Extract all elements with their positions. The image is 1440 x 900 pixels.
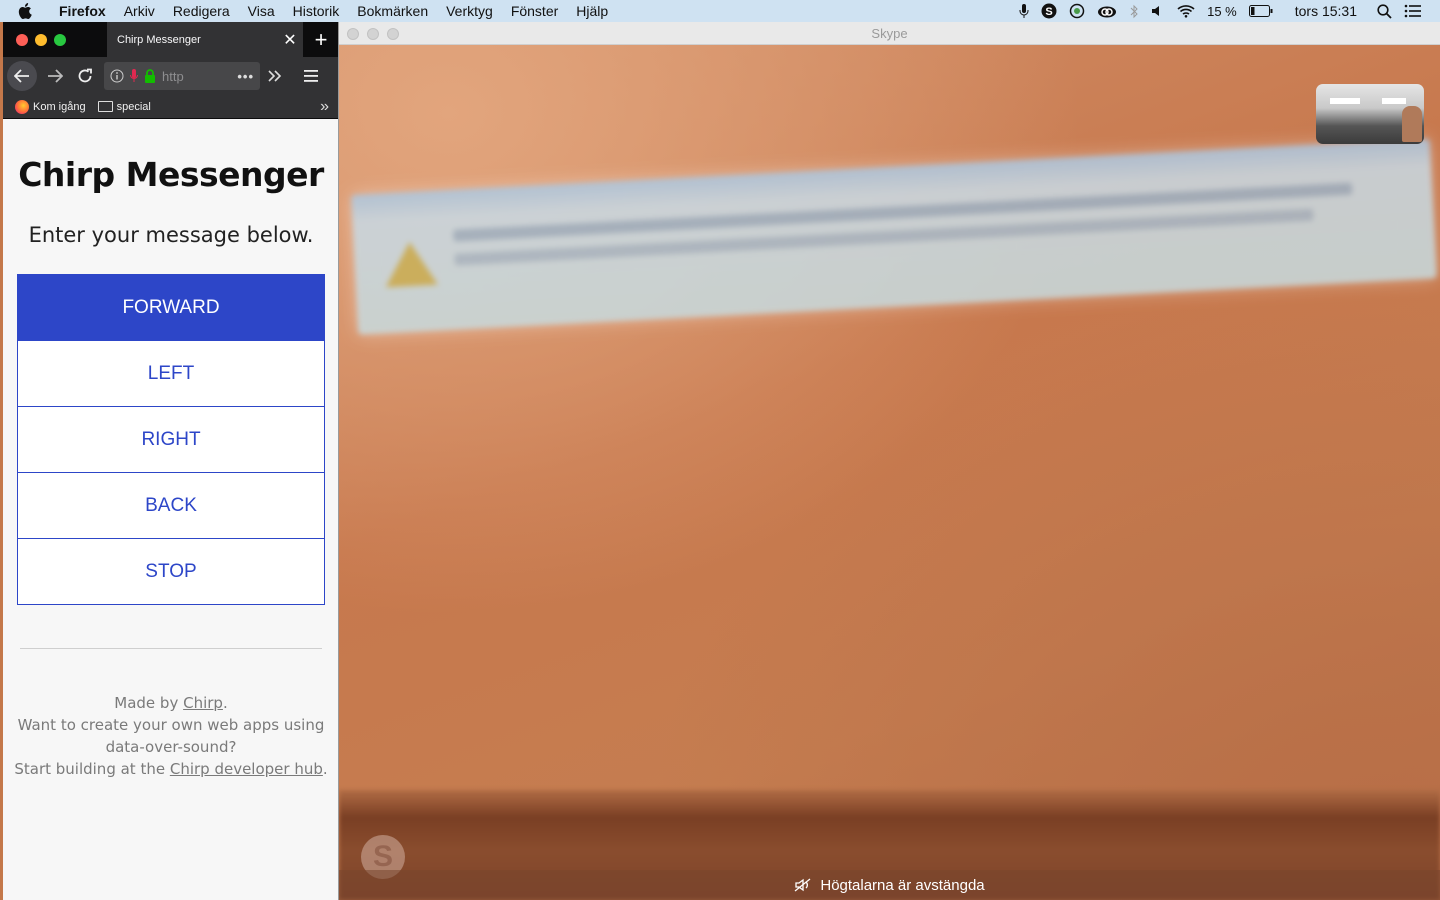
firefox-window-controls xyxy=(3,33,107,46)
footer-text: . xyxy=(322,760,328,778)
battery-icon[interactable] xyxy=(1243,0,1279,22)
bluetooth-icon[interactable] xyxy=(1123,0,1145,22)
forward-arrow-icon xyxy=(48,69,63,83)
right-command-button[interactable]: RIGHT xyxy=(17,407,325,473)
menu-arkiv[interactable]: Arkiv xyxy=(115,0,164,22)
hamburger-menu-button[interactable] xyxy=(296,61,326,91)
footer-line-developer-hub: Start building at the Chirp developer hu… xyxy=(3,758,338,780)
video-feed: S Högtalarna är avstängda xyxy=(339,45,1440,900)
page-subtitle: Enter your message below. xyxy=(28,223,314,247)
page-actions-menu-icon[interactable]: ••• xyxy=(237,69,254,84)
creative-cloud-icon[interactable] xyxy=(1091,0,1123,22)
left-command-button[interactable]: LEFT xyxy=(17,341,325,407)
zoom-window-button[interactable] xyxy=(54,33,66,46)
overflow-chevron-button[interactable] xyxy=(260,61,290,91)
skype-zoom-button[interactable] xyxy=(387,28,399,40)
double-chevron-right-icon xyxy=(268,70,282,82)
speaker-off-icon xyxy=(794,878,811,892)
footer-divider xyxy=(20,648,322,649)
page-title: Chirp Messenger xyxy=(18,155,324,194)
skype-tray-icon[interactable]: S xyxy=(1035,0,1063,22)
hamburger-menu-icon xyxy=(304,70,318,82)
skype-window: Skype S Högtalarna är avstängda xyxy=(339,22,1440,900)
footer-line: data-over-sound? xyxy=(105,738,237,756)
bookmark-label: Kom igång xyxy=(33,100,86,113)
url-text: http xyxy=(162,68,184,84)
firefox-tab-bar: Chirp Messenger ✕ + xyxy=(3,22,338,57)
stop-command-button[interactable]: STOP xyxy=(17,539,325,605)
microphone-icon[interactable] xyxy=(1013,0,1035,22)
speaker-muted-text: Högtalarna är avstängda xyxy=(820,876,985,894)
ceiling-light xyxy=(1330,98,1360,104)
menu-historik[interactable]: Historik xyxy=(284,0,349,22)
wifi-icon[interactable] xyxy=(1171,0,1201,22)
menu-hjalp[interactable]: Hjälp xyxy=(567,0,617,22)
back-button[interactable] xyxy=(7,61,37,91)
footer-text: Made by xyxy=(114,694,184,712)
skype-minimize-button[interactable] xyxy=(367,28,379,40)
notification-center-icon[interactable] xyxy=(1398,0,1428,22)
chirp-link[interactable]: Chirp xyxy=(183,694,223,712)
reload-button[interactable] xyxy=(70,61,100,91)
self-view-thumbnail[interactable] xyxy=(1316,84,1424,144)
battery-percent[interactable]: 15 % xyxy=(1201,0,1243,22)
blurred-raspberry-pi-dialog xyxy=(351,138,1437,335)
footer-text: Start building at the xyxy=(14,760,170,778)
lock-icon[interactable] xyxy=(144,69,156,83)
svg-text:S: S xyxy=(1045,6,1052,18)
minimize-window-button[interactable] xyxy=(35,33,47,46)
firefox-window: Chirp Messenger ✕ + http ••• Kom igång s… xyxy=(3,22,339,900)
info-icon[interactable] xyxy=(110,69,124,83)
microphone-permission-icon[interactable] xyxy=(130,69,138,83)
skype-title-bar: Skype xyxy=(339,22,1440,45)
tab-title: Chirp Messenger xyxy=(117,33,201,46)
chirp-developer-hub-link[interactable]: Chirp developer hub xyxy=(170,760,323,778)
spotlight-search-icon[interactable] xyxy=(1371,0,1398,22)
bookmarks-overflow-icon[interactable]: » xyxy=(320,98,338,116)
speaker-muted-banner: Högtalarna är avstängda xyxy=(339,870,1440,900)
bookmark-label: special xyxy=(116,100,151,113)
back-command-button[interactable]: BACK xyxy=(17,473,325,539)
reload-icon xyxy=(78,68,92,83)
new-tab-button[interactable]: + xyxy=(303,22,338,57)
firefox-logo-icon xyxy=(15,99,29,114)
ceiling-light xyxy=(1382,98,1406,104)
tab-chirp-messenger[interactable]: Chirp Messenger ✕ xyxy=(107,22,303,57)
page-footer: Made by Chirp. Want to create your own w… xyxy=(3,692,338,780)
self-view-person xyxy=(1402,106,1422,142)
apple-menu-icon[interactable] xyxy=(0,3,50,19)
page-content: Chirp Messenger Enter your message below… xyxy=(3,119,338,900)
firefox-nav-bar: http ••• xyxy=(3,57,338,95)
skype-close-button[interactable] xyxy=(347,28,359,40)
menu-verktyg[interactable]: Verktyg xyxy=(437,0,502,22)
forward-command-button[interactable]: FORWARD xyxy=(17,274,325,341)
bookmark-kom-igang[interactable]: Kom igång xyxy=(15,99,86,114)
bookmark-folder-special[interactable]: special xyxy=(97,100,151,113)
footer-line-made-by: Made by Chirp. xyxy=(3,692,338,714)
menubar-clock[interactable]: tors 15:31 xyxy=(1279,3,1371,19)
skype-window-title: Skype xyxy=(871,26,908,41)
skype-window-controls xyxy=(347,28,399,40)
volume-muted-icon[interactable] xyxy=(1145,0,1171,22)
warning-icon xyxy=(383,240,438,288)
command-button-list: FORWARD LEFT RIGHT BACK STOP xyxy=(17,274,325,605)
back-arrow-icon xyxy=(14,69,29,83)
footer-text: . xyxy=(222,694,228,712)
macos-menu-bar: Firefox Arkiv Redigera Visa Historik Bok… xyxy=(0,0,1440,22)
footer-line: Want to create your own web apps using xyxy=(17,716,325,734)
menu-redigera[interactable]: Redigera xyxy=(164,0,239,22)
menu-app-firefox[interactable]: Firefox xyxy=(50,0,115,22)
close-tab-icon[interactable]: ✕ xyxy=(277,30,303,50)
menu-bokmarken[interactable]: Bokmärken xyxy=(348,0,437,22)
status-tray: S 15 % tors 15:31 xyxy=(1013,0,1440,22)
folder-icon xyxy=(97,101,113,112)
forward-button[interactable] xyxy=(40,61,70,91)
url-bar[interactable]: http ••• xyxy=(104,62,260,90)
menu-visa[interactable]: Visa xyxy=(239,0,284,22)
menu-fonster[interactable]: Fönster xyxy=(502,0,567,22)
sync-circle-icon[interactable] xyxy=(1063,0,1091,22)
close-window-button[interactable] xyxy=(16,33,28,46)
bookmarks-toolbar: Kom igång special » xyxy=(3,95,338,119)
